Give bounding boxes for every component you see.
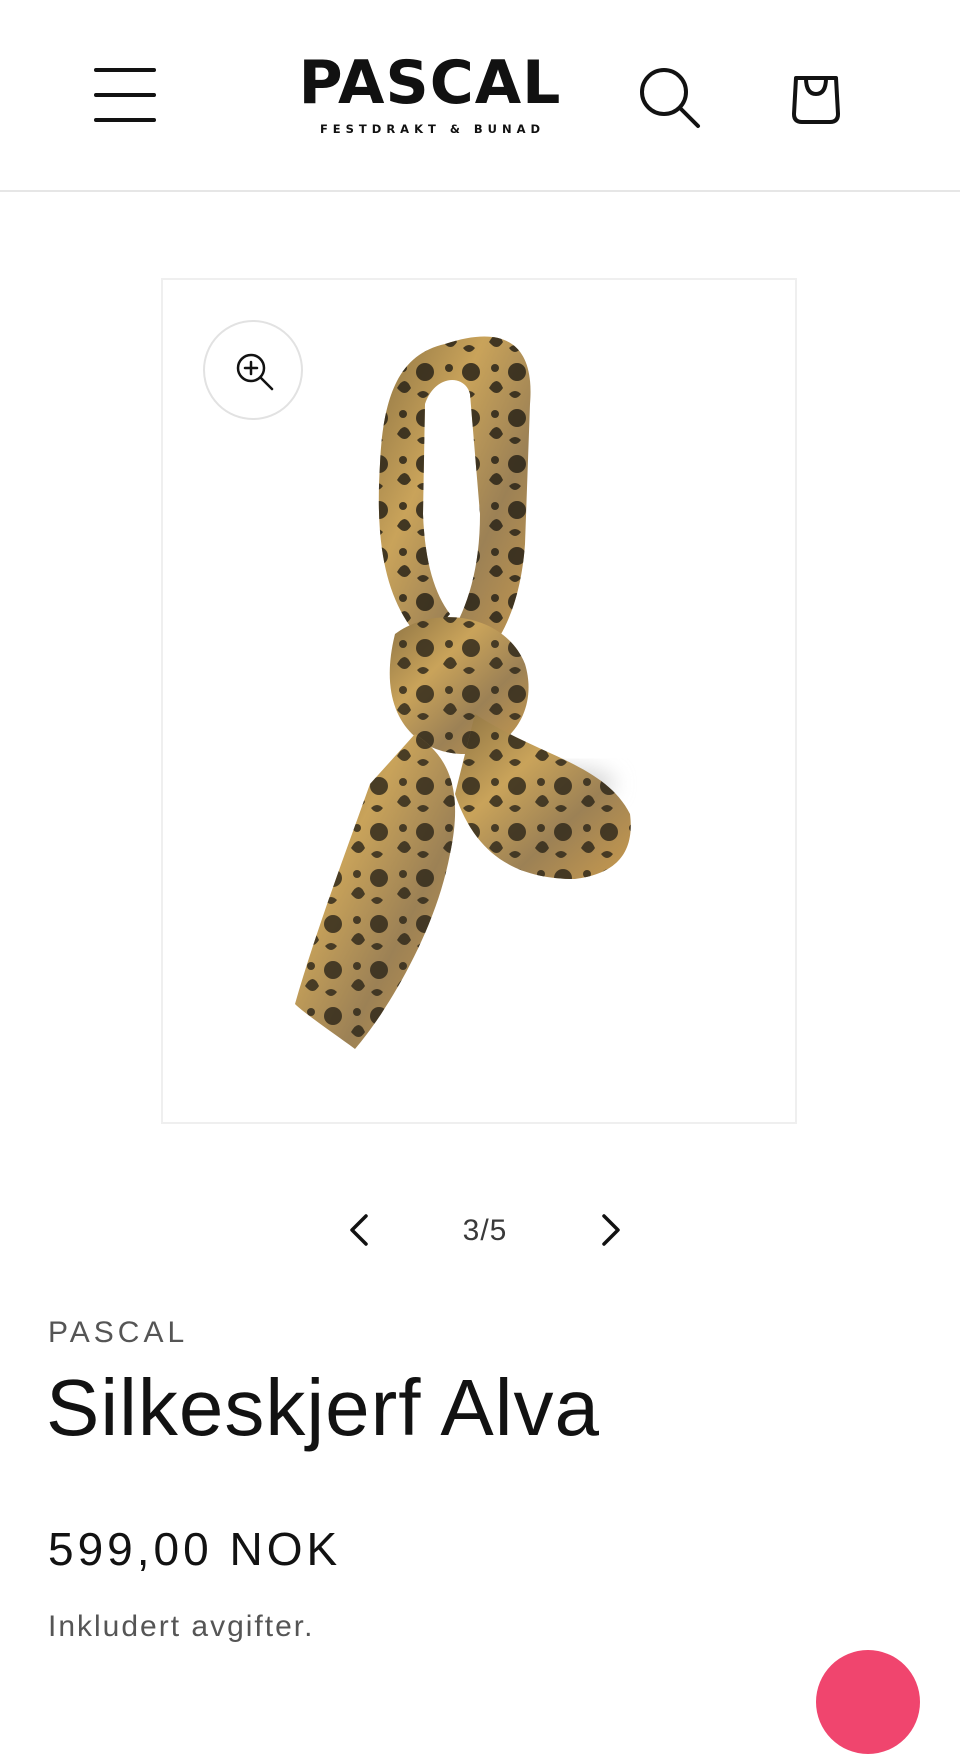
chat-widget-button[interactable] [816,1650,920,1754]
chevron-left-icon [350,1214,368,1246]
cart-button[interactable] [786,68,846,128]
hamburger-menu-icon [94,68,156,122]
product-price: 599,00 NOK [48,1523,342,1575]
slide-counter: 3/5 [462,1214,508,1247]
menu-button[interactable] [92,66,156,124]
product-media-frame [161,278,797,1124]
logo-tagline: FESTDRAKT & BUNAD [319,122,546,136]
zoom-button[interactable] [203,320,303,420]
zoom-in-icon [236,353,274,391]
search-button[interactable] [636,64,704,132]
search-icon [640,68,700,128]
site-header: PASCAL FESTDRAKT & BUNAD [0,0,960,192]
chevron-right-icon [602,1214,620,1246]
store-logo[interactable]: PASCAL FESTDRAKT & BUNAD [290,48,570,140]
previous-slide-button[interactable] [340,1210,380,1250]
product-title: Silkeskjerf Alva [46,1363,600,1452]
tax-note: Inkludert avgifter. [48,1610,315,1643]
logo-wordmark: PASCAL [298,48,562,118]
product-image[interactable] [275,314,675,1084]
next-slide-button[interactable] [590,1210,630,1250]
product-vendor: PASCAL [48,1316,189,1349]
shopping-bag-icon [792,76,840,124]
gallery-pager: 3/5 [330,1200,630,1260]
